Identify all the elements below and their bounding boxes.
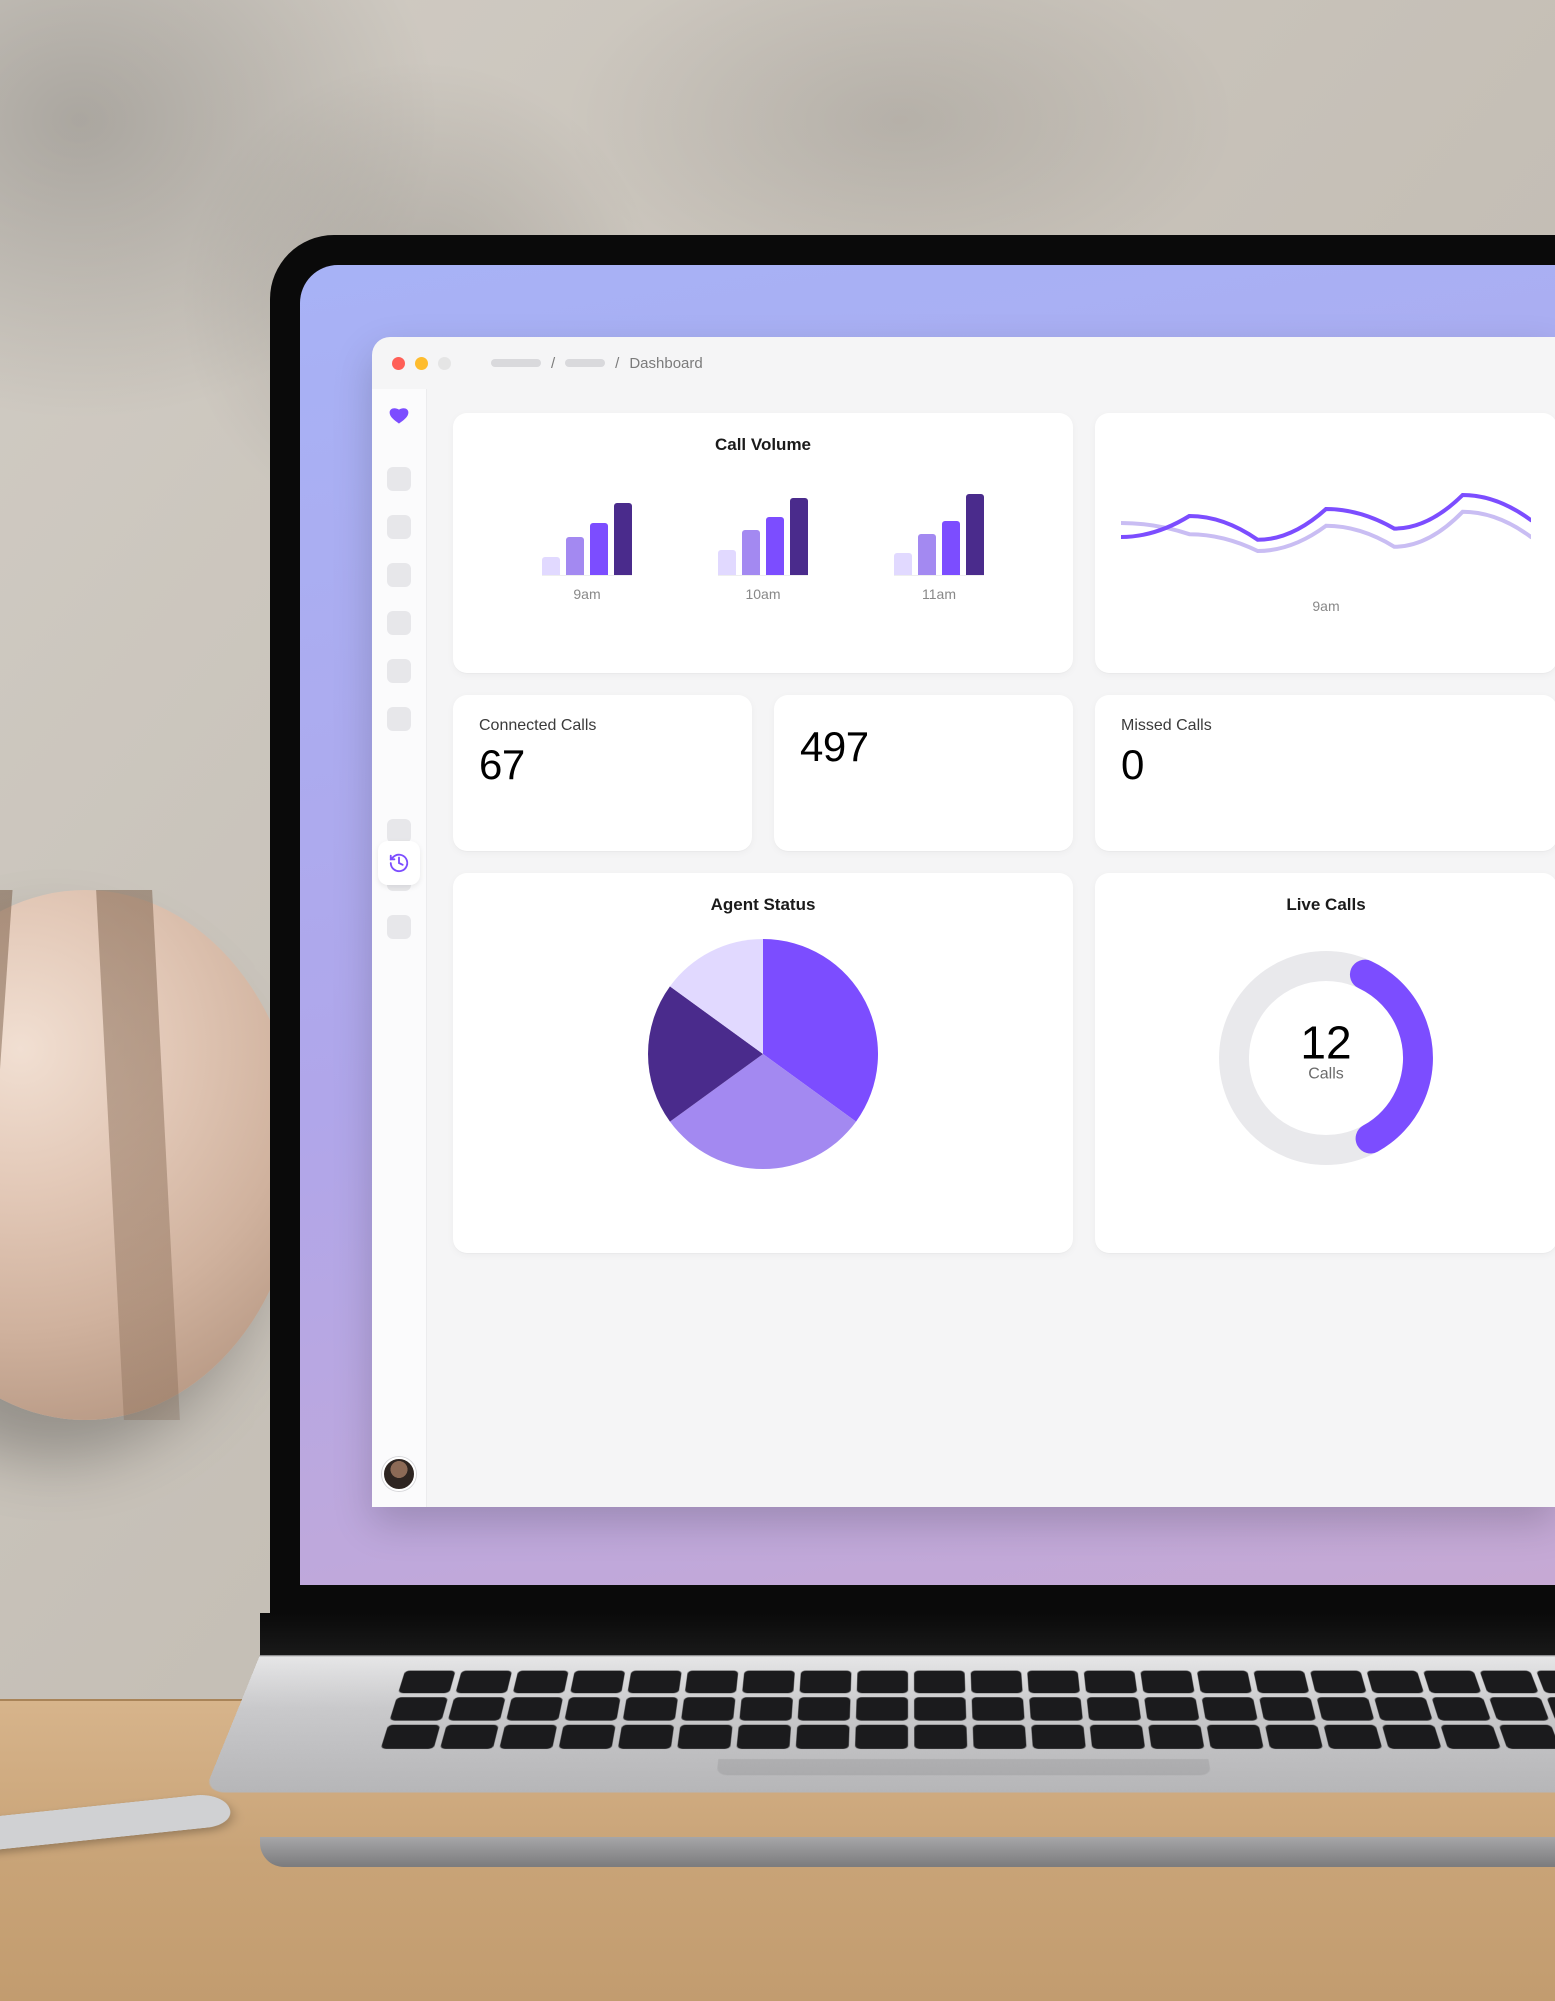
metric-value: 497 <box>800 723 1047 771</box>
sidebar-item[interactable] <box>387 915 411 939</box>
breadcrumb-sep: / <box>615 355 619 372</box>
trend-line-chart <box>1121 453 1531 593</box>
dashboard-content: Call Volume 9am10am11am 9am Connected Ca… <box>427 389 1555 1507</box>
traffic-light-close-icon[interactable] <box>392 357 405 370</box>
metric-value: 67 <box>479 741 726 789</box>
metric-value: 0 <box>1121 741 1531 789</box>
card-live-calls: Live Calls 12 Calls <box>1095 873 1555 1253</box>
sidebar-item[interactable] <box>387 611 411 635</box>
sidebar-item[interactable] <box>387 515 411 539</box>
sidebar-item[interactable] <box>387 467 411 491</box>
breadcrumb-current: Dashboard <box>629 355 702 372</box>
sidebar-item[interactable] <box>387 819 411 843</box>
sidebar-item[interactable] <box>387 707 411 731</box>
breadcrumb: / / Dashboard <box>491 355 703 372</box>
card-metric-497: 497 <box>774 695 1073 851</box>
breadcrumb-placeholder <box>565 359 605 367</box>
card-title: Connected Calls <box>479 717 726 735</box>
app-logo-icon <box>384 403 414 433</box>
agent-status-pie-chart <box>648 939 878 1169</box>
laptop: / / Dashboard <box>270 235 1555 1735</box>
card-agent-status: Agent Status <box>453 873 1073 1253</box>
sidebar-item-history[interactable] <box>378 841 420 885</box>
card-call-volume: Call Volume 9am10am11am <box>453 413 1073 673</box>
gauge-value: 12 <box>1300 1015 1351 1069</box>
sidebar-item[interactable] <box>387 563 411 587</box>
card-trend: 9am <box>1095 413 1555 673</box>
call-volume-chart: 9am10am11am <box>479 455 1047 602</box>
app-window: / / Dashboard <box>372 337 1555 1507</box>
sidebar-item[interactable] <box>387 659 411 683</box>
card-missed-calls: Missed Calls 0 <box>1095 695 1555 851</box>
laptop-screen-bezel: / / Dashboard <box>270 235 1555 1615</box>
sidebar <box>372 389 427 1507</box>
card-title: Missed Calls <box>1121 717 1531 735</box>
user-avatar[interactable] <box>382 1457 416 1491</box>
gauge-center: 12 Calls <box>1300 1015 1351 1083</box>
card-title: Call Volume <box>479 435 1047 455</box>
card-title: Live Calls <box>1121 895 1531 915</box>
desktop-wallpaper: / / Dashboard <box>300 265 1555 1585</box>
traffic-light-minimize-icon[interactable] <box>415 357 428 370</box>
card-title: Agent Status <box>479 895 1047 915</box>
trend-x-label: 9am <box>1121 598 1531 614</box>
laptop-notch <box>717 1759 1212 1775</box>
laptop-keyboard <box>204 1655 1555 1793</box>
history-icon <box>388 852 410 874</box>
traffic-light-zoom-icon[interactable] <box>438 357 451 370</box>
card-connected-calls: Connected Calls 67 <box>453 695 752 851</box>
breadcrumb-placeholder <box>491 359 541 367</box>
breadcrumb-sep: / <box>551 355 555 372</box>
window-titlebar: / / Dashboard <box>372 337 1555 389</box>
laptop-front-lip <box>260 1837 1555 1867</box>
